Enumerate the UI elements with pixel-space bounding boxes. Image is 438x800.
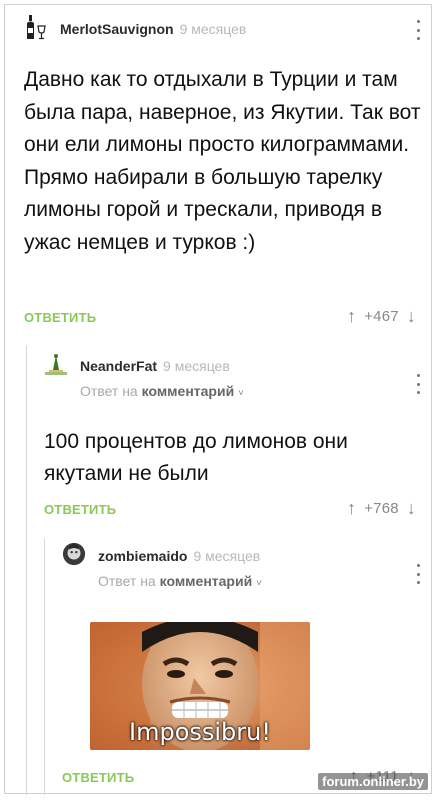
timestamp: 9 месяцев [193,548,261,564]
chevron-down-icon: ˅ [256,578,262,589]
username[interactable]: NeanderFat 9 месяцев [80,358,230,374]
more-menu-icon[interactable] [414,374,422,394]
thread-line [44,538,45,795]
downvote-icon[interactable]: ↓ [407,498,416,519]
comment: zombiemaido 9 месяцев Ответ на комментари… [62,540,424,786]
username[interactable]: MerlotSauvignon 9 месяцев [60,21,246,37]
comment-actions: ОТВЕТИТЬ ↑ +768 ↓ [44,498,424,522]
more-menu-icon[interactable] [414,20,422,40]
comment: NeanderFat 9 месяцев Ответ на комментарий… [44,350,424,518]
comment: MerlotSauvignon 9 месяцев Давно как то от… [24,14,424,326]
score: +768 [364,500,399,517]
comment-header: NeanderFat 9 месяцев [44,350,424,394]
comment-header: MerlotSauvignon 9 месяцев [24,14,424,48]
upvote-icon[interactable]: ↑ [347,498,356,519]
avatar[interactable] [44,350,68,378]
reply-button[interactable]: ОТВЕТИТЬ [44,502,116,517]
avatar[interactable] [24,14,48,42]
reply-button[interactable]: ОТВЕТИТЬ [62,770,134,785]
comment-header: zombiemaido 9 месяцев [62,540,424,584]
downvote-icon[interactable]: ↓ [407,306,416,327]
reply-to-link[interactable]: Ответ на комментарий ˅ [98,573,262,589]
reply-to-link[interactable]: Ответ на комментарий ˅ [80,383,244,399]
watermark: forum.onliner.by [318,773,428,790]
vote-controls: ↑ +768 ↓ [339,498,424,519]
score: +467 [364,308,399,325]
chevron-down-icon: ˅ [238,388,244,399]
caveman-avatar-icon [45,354,67,375]
thread-line [26,345,27,795]
upvote-icon[interactable]: ↑ [347,306,356,327]
comment-text: 100 процентов до лимонов они якутами не … [44,430,348,485]
avatar[interactable] [62,540,86,568]
comment-text: Давно как то отдыхали в Турции и там был… [24,68,421,254]
zombie-avatar-icon [62,542,86,566]
meme-caption: Impossibru! [129,718,271,746]
vote-controls: ↑ +467 ↓ [339,306,424,327]
reply-button[interactable]: ОТВЕТИТЬ [24,310,96,325]
comment-actions: ОТВЕТИТЬ ↑ +467 ↓ [24,306,424,330]
username[interactable]: zombiemaido 9 месяцев [98,548,260,564]
timestamp: 9 месяцев [179,21,247,37]
timestamp: 9 месяцев [163,358,230,374]
more-menu-icon[interactable] [414,564,422,584]
wine-bottle-icon [27,15,46,40]
meme-image[interactable]: Impossibru! [90,622,310,750]
